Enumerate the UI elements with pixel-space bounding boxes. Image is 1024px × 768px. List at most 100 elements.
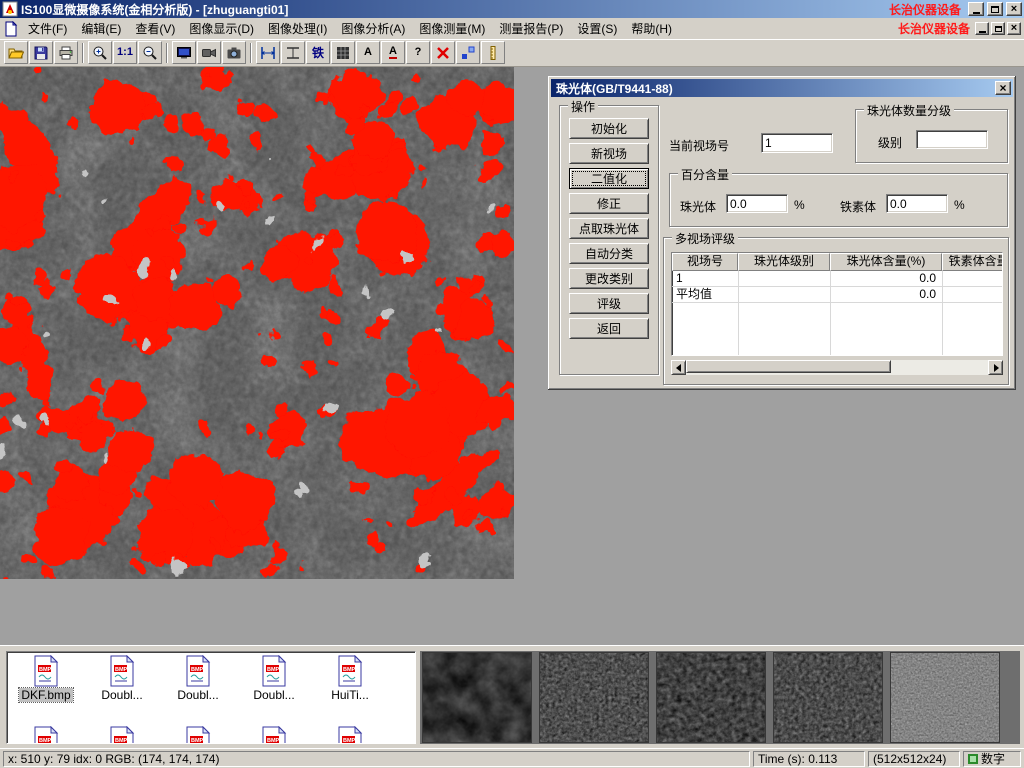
menu-help[interactable]: 帮助(H): [624, 18, 679, 39]
file-item-partial[interactable]: [161, 726, 235, 744]
text-style-button[interactable]: A: [381, 41, 405, 64]
file-name: Doubl...: [175, 688, 220, 702]
operations-group: 操作 初始化 新视场 二值化 修正 点取珠光体 自动分类 更改类别 评级 返回: [559, 105, 659, 375]
delete-annotation-button[interactable]: [431, 41, 455, 64]
grade-button[interactable]: 评级: [569, 293, 649, 314]
thumbnail-3[interactable]: [656, 652, 766, 743]
file-item-partial[interactable]: [85, 726, 159, 744]
change-class-button[interactable]: 更改类别: [569, 268, 649, 289]
marker-tool-button[interactable]: [456, 41, 480, 64]
thumbnail-2[interactable]: [539, 652, 649, 743]
toolbar-separator: [82, 43, 84, 63]
menu-image-measure[interactable]: 图像测量(M): [412, 18, 492, 39]
menu-edit[interactable]: 编辑(E): [74, 18, 128, 39]
caliper-measure-button[interactable]: [256, 41, 280, 64]
table-gridline: [830, 271, 831, 355]
file-item[interactable]: Doubl...: [237, 655, 311, 702]
micrograph-image[interactable]: [0, 67, 514, 579]
correct-button[interactable]: 修正: [569, 193, 649, 214]
image-size-panel: (512x512x24): [868, 751, 960, 767]
dialog-title: 珠光体(GB/T9441-88): [556, 80, 673, 97]
pearlite-percent-input[interactable]: [726, 194, 788, 213]
file-item-partial[interactable]: [237, 726, 311, 744]
client-area: 珠光体(GB/T9441-88) × 操作 初始化 新视场 二值化 修正 点取珠…: [0, 67, 1024, 645]
vernier-measure-button[interactable]: [281, 41, 305, 64]
title-bar: IS100显微摄像系统(金相分析版) - [zhuguangti01] 长治仪器…: [0, 0, 1024, 18]
video-capture-button[interactable]: [197, 41, 221, 64]
col-field-number[interactable]: 视场号: [672, 253, 738, 271]
percent-group: 百分含量 珠光体 % 铁素体 %: [669, 173, 1008, 227]
zoom-out-button[interactable]: [138, 41, 162, 64]
ferrite-percent-input[interactable]: [886, 194, 948, 213]
menu-settings[interactable]: 设置(S): [570, 18, 624, 39]
font-a-underline-icon: A: [389, 46, 397, 59]
close-button[interactable]: ×: [1006, 2, 1022, 16]
file-item-partial[interactable]: [313, 726, 387, 744]
file-item[interactable]: HuiTi...: [313, 655, 387, 702]
operations-group-label: 操作: [568, 98, 598, 115]
thumbnail-1[interactable]: [422, 652, 532, 743]
help-button[interactable]: ?: [406, 41, 430, 64]
cell-field: 1: [672, 271, 738, 286]
minimize-button[interactable]: [968, 2, 984, 16]
percent-group-label: 百分含量: [678, 166, 732, 183]
current-field-input[interactable]: [761, 133, 833, 153]
preview-button[interactable]: [172, 41, 196, 64]
scroll-right-button[interactable]: [988, 360, 1003, 375]
file-item-partial[interactable]: [9, 726, 83, 744]
mdi-close-button[interactable]: ×: [1007, 22, 1021, 35]
menu-image-display[interactable]: 图像显示(D): [182, 18, 261, 39]
print-button[interactable]: [54, 41, 78, 64]
new-field-button[interactable]: 新视场: [569, 143, 649, 164]
font-a-icon: A: [364, 47, 372, 58]
text-annotate-button[interactable]: A: [356, 41, 380, 64]
menu-file[interactable]: 文件(F): [21, 18, 74, 39]
mdi-minimize-button[interactable]: [975, 22, 989, 35]
bmp-file-icon: [185, 726, 211, 744]
file-name: Doubl...: [251, 688, 296, 702]
snapshot-button[interactable]: [222, 41, 246, 64]
thumbnail-5[interactable]: [890, 652, 1000, 743]
cell-pearlite: 0.0: [830, 287, 942, 302]
menu-image-analysis[interactable]: 图像分析(A): [334, 18, 412, 39]
scrollbar-thumb[interactable]: [686, 360, 891, 373]
document-icon[interactable]: [3, 21, 19, 37]
save-button[interactable]: [29, 41, 53, 64]
binarize-button[interactable]: 二值化: [569, 168, 649, 189]
menu-view[interactable]: 查看(V): [128, 18, 182, 39]
auto-classify-button[interactable]: 自动分类: [569, 243, 649, 264]
thumbnail-tray: [420, 651, 1020, 744]
file-item[interactable]: Doubl...: [85, 655, 159, 702]
grid-overlay-button[interactable]: [331, 41, 355, 64]
table-row[interactable]: 平均值 0.0: [672, 287, 1002, 303]
toolbar-separator: [250, 43, 252, 63]
col-pearlite-content[interactable]: 珠光体含量(%): [830, 253, 942, 271]
window-title: IS100显微摄像系统(金相分析版) - [zhuguangti01]: [21, 1, 288, 18]
scroll-left-button[interactable]: [671, 360, 686, 375]
thumbnail-4[interactable]: [773, 652, 883, 743]
file-name: HuiTi...: [329, 688, 371, 702]
zoom-actual-button[interactable]: 1:1: [113, 41, 137, 64]
dialog-close-button[interactable]: ×: [995, 81, 1011, 95]
file-item[interactable]: Doubl...: [161, 655, 235, 702]
return-button[interactable]: 返回: [569, 318, 649, 339]
pearlite-label: 珠光体: [680, 198, 716, 215]
dialog-title-bar[interactable]: 珠光体(GB/T9441-88) ×: [551, 79, 1013, 97]
ferrite-tool-button[interactable]: 铁: [306, 41, 330, 64]
menu-measure-report[interactable]: 测量报告(P): [492, 18, 570, 39]
mdi-restore-button[interactable]: [991, 22, 1005, 35]
open-button[interactable]: [4, 41, 28, 64]
pick-pearlite-button[interactable]: 点取珠光体: [569, 218, 649, 239]
col-pearlite-grade[interactable]: 珠光体级别: [738, 253, 830, 271]
pearlite-dialog: 珠光体(GB/T9441-88) × 操作 初始化 新视场 二值化 修正 点取珠…: [548, 76, 1016, 390]
init-button[interactable]: 初始化: [569, 118, 649, 139]
table-row[interactable]: 1 0.0: [672, 271, 1002, 287]
file-item[interactable]: DKF.bmp: [9, 655, 83, 702]
level-input[interactable]: [916, 130, 988, 149]
ruler-button[interactable]: [481, 41, 505, 64]
maximize-button[interactable]: [987, 2, 1003, 16]
zoom-in-button[interactable]: [88, 41, 112, 64]
toolbar-separator: [166, 43, 168, 63]
menu-image-processing[interactable]: 图像处理(I): [261, 18, 334, 39]
col-ferrite-content[interactable]: 铁素体含量(%): [942, 253, 1002, 271]
